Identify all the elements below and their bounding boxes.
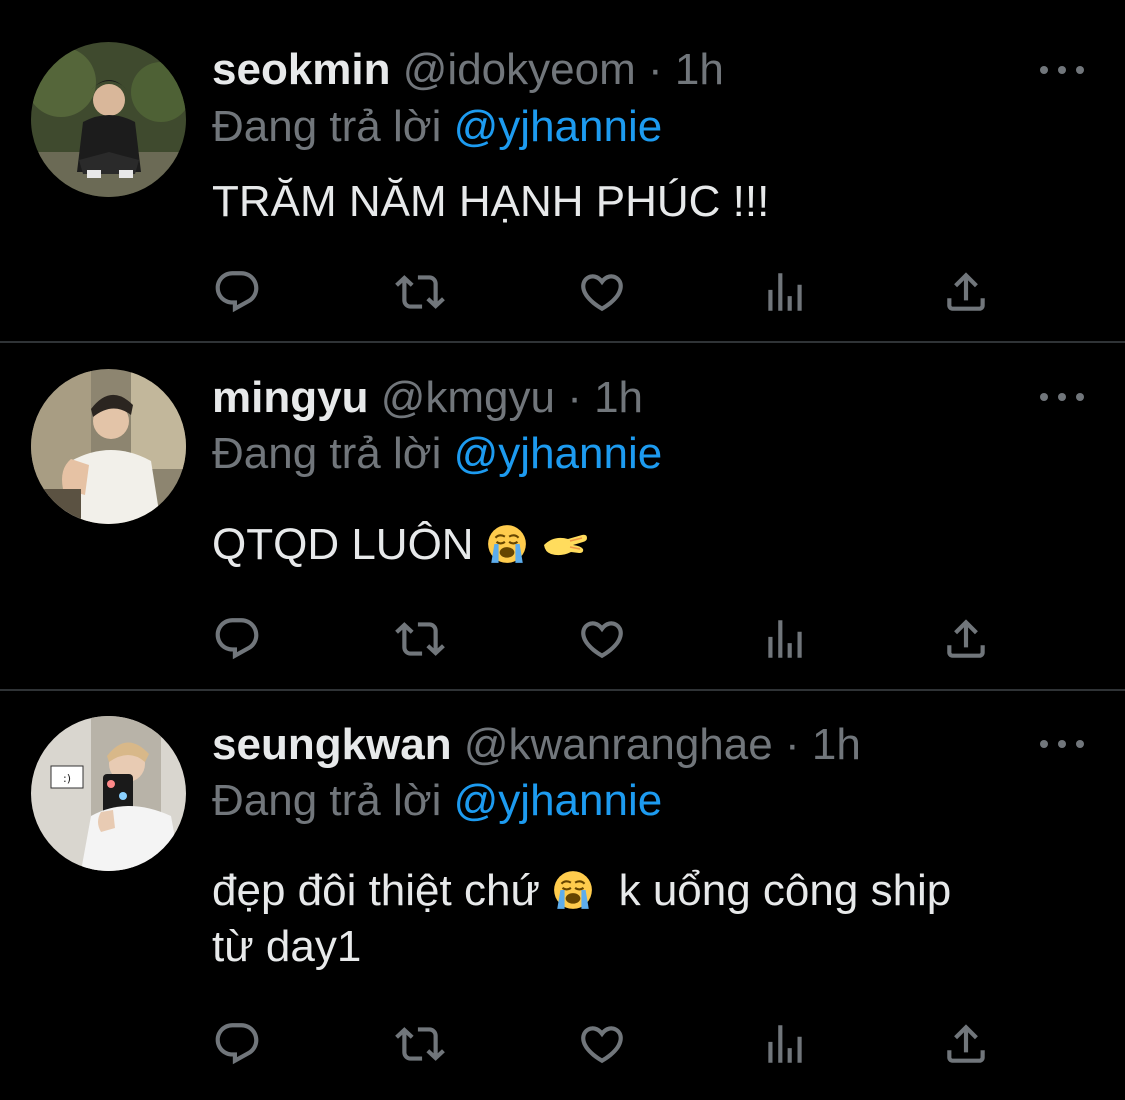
tweet-header: seungkwan @kwanranghae · 1h [212, 719, 861, 771]
timestamp[interactable]: 1h [812, 720, 861, 769]
svg-text::): :) [63, 772, 71, 785]
avatar[interactable] [31, 42, 186, 197]
tweet-header: seokmin @idokyeom · 1h [212, 44, 724, 96]
avatar[interactable] [31, 369, 186, 524]
tweet-body: TRĂM NĂM HẠNH PHÚC !!! [212, 177, 770, 226]
like-icon [577, 614, 627, 664]
replying-to-line: Đang trả lời @yjhannie [212, 775, 662, 827]
tweet[interactable]: :) seungkwan @kwanranghae · 1h Đang trả … [0, 691, 1125, 1100]
more-options-button[interactable] [1040, 60, 1084, 80]
display-name[interactable]: seungkwan [212, 720, 452, 769]
separator-dot: · [647, 45, 663, 94]
tweet-text: QTQD LUÔN [212, 517, 1092, 573]
analytics-icon [760, 614, 810, 664]
tweet-actions [212, 264, 1012, 320]
tweet[interactable]: seokmin @idokyeom · 1h Đang trả lời @yjh… [0, 0, 1125, 342]
analytics-button[interactable] [757, 611, 813, 667]
analytics-icon [760, 1019, 810, 1069]
like-button[interactable] [574, 264, 630, 320]
avatar[interactable]: :) [31, 716, 186, 871]
display-name[interactable]: seokmin [212, 45, 391, 94]
share-icon [941, 1019, 991, 1069]
replying-to-line: Đang trả lời @yjhannie [212, 428, 662, 480]
tweet-actions [212, 1016, 1012, 1072]
analytics-button[interactable] [757, 264, 813, 320]
reply-button[interactable] [209, 1016, 265, 1072]
retweet-icon [395, 267, 445, 317]
user-handle[interactable]: @idokyeom [403, 45, 636, 94]
like-icon [577, 267, 627, 317]
reply-icon [212, 614, 262, 664]
avatar-photo-icon [31, 42, 186, 197]
reply-icon [212, 267, 262, 317]
tweet-body-line2: từ day1 [212, 922, 362, 971]
loudly-crying-face-icon [486, 523, 528, 565]
tweet-text: TRĂM NĂM HẠNH PHÚC !!! [212, 174, 1092, 230]
user-handle[interactable]: @kwanranghae [464, 720, 773, 769]
reply-icon [212, 1019, 262, 1069]
analytics-button[interactable] [757, 1016, 813, 1072]
timestamp[interactable]: 1h [675, 45, 724, 94]
more-dot-icon [1040, 66, 1048, 74]
share-button[interactable] [938, 264, 994, 320]
analytics-icon [760, 267, 810, 317]
pinching-hand-icon [540, 523, 590, 563]
more-dot-icon [1040, 393, 1048, 401]
retweet-icon [395, 1019, 445, 1069]
mention-link[interactable]: @yjhannie [454, 429, 663, 478]
separator-dot: · [784, 720, 800, 769]
replying-to-label: Đang trả lời [212, 429, 442, 478]
tweet-actions [212, 611, 1012, 667]
replying-to-label: Đang trả lời [212, 776, 442, 825]
retweet-button[interactable] [392, 264, 448, 320]
more-options-button[interactable] [1040, 734, 1084, 754]
tweet-header: mingyu @kmgyu · 1h [212, 372, 643, 424]
replying-to-label: Đang trả lời [212, 102, 442, 151]
tweet-body: QTQD LUÔN [212, 520, 474, 569]
like-icon [577, 1019, 627, 1069]
more-dot-icon [1040, 740, 1048, 748]
more-dot-icon [1058, 66, 1066, 74]
retweet-button[interactable] [392, 611, 448, 667]
loudly-crying-face-icon [552, 869, 594, 911]
mention-link[interactable]: @yjhannie [454, 102, 663, 151]
tweet-body-line: đẹp đôi thiệt chứ k uổng công ship [212, 863, 1092, 919]
tweet-body: đẹp đôi thiệt chứ [212, 866, 540, 915]
timestamp[interactable]: 1h [594, 373, 643, 422]
tweet[interactable]: mingyu @kmgyu · 1h Đang trả lời @yjhanni… [0, 343, 1125, 689]
retweet-icon [395, 614, 445, 664]
more-options-button[interactable] [1040, 387, 1084, 407]
like-button[interactable] [574, 611, 630, 667]
like-button[interactable] [574, 1016, 630, 1072]
share-icon [941, 267, 991, 317]
tweet-body-line: từ day1 [212, 919, 1092, 975]
share-icon [941, 614, 991, 664]
more-dot-icon [1058, 740, 1066, 748]
display-name[interactable]: mingyu [212, 373, 368, 422]
avatar-photo-icon [31, 369, 186, 524]
retweet-button[interactable] [392, 1016, 448, 1072]
avatar-photo-icon: :) [31, 716, 186, 871]
tweet-text: đẹp đôi thiệt chứ k uổng công ship từ da… [212, 863, 1092, 975]
share-button[interactable] [938, 1016, 994, 1072]
tweet-body-continued: k uổng công ship [618, 866, 952, 915]
reply-button[interactable] [209, 264, 265, 320]
share-button[interactable] [938, 611, 994, 667]
more-dot-icon [1076, 740, 1084, 748]
more-dot-icon [1058, 393, 1066, 401]
separator-dot: · [567, 373, 582, 422]
more-dot-icon [1076, 66, 1084, 74]
reply-button[interactable] [209, 611, 265, 667]
replying-to-line: Đang trả lời @yjhannie [212, 101, 662, 153]
more-dot-icon [1076, 393, 1084, 401]
mention-link[interactable]: @yjhannie [454, 776, 663, 825]
user-handle[interactable]: @kmgyu [381, 373, 555, 422]
